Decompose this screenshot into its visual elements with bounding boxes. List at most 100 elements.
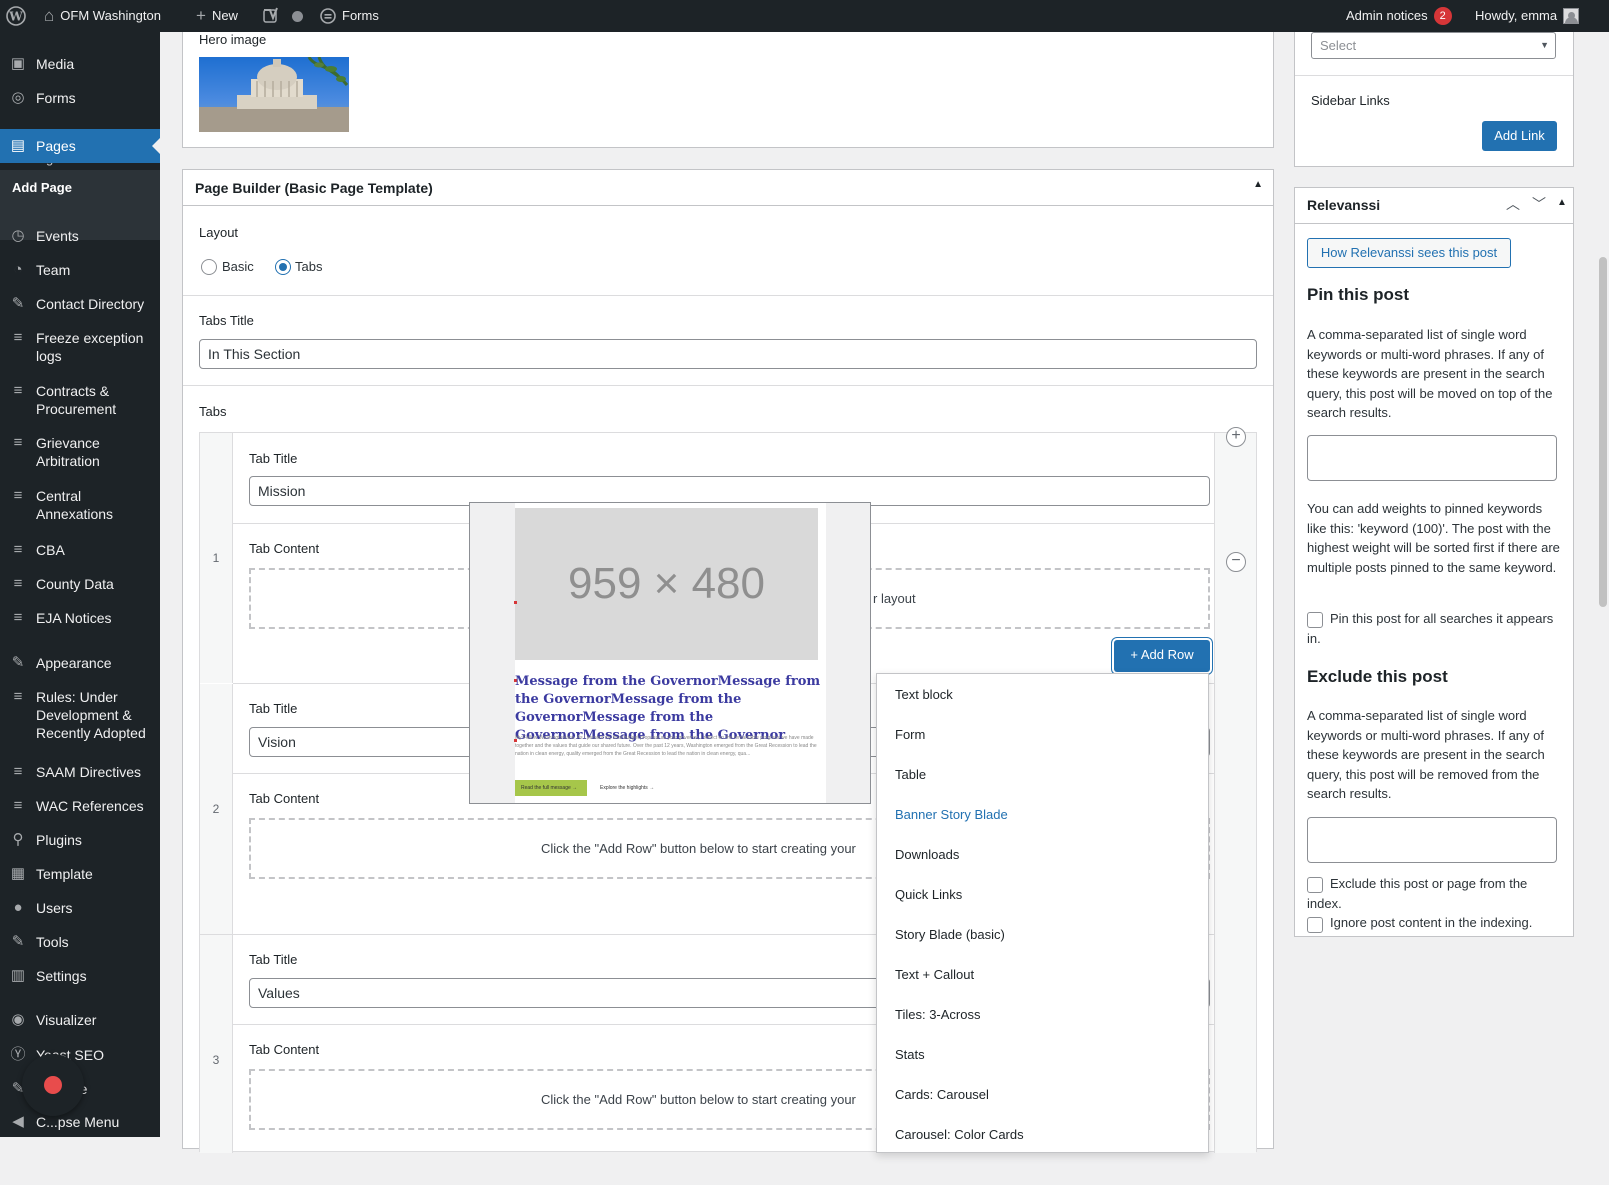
page-builder-header[interactable]: Page Builder (Basic Page Template) ▲ (183, 170, 1273, 206)
menu-item-visualizer[interactable]: ◉ Visualizer (0, 1011, 160, 1029)
plus-icon: + (196, 6, 206, 25)
menu-item-label: Events (36, 228, 79, 244)
row-layout-option[interactable]: Tiles: 3-Across (895, 1007, 980, 1022)
menu-item-contracts-procurement[interactable]: ≡ Contracts & Procurement (0, 382, 160, 418)
relevanssi-header[interactable]: Relevanssi ︿ ﹀ ▲ (1295, 188, 1573, 224)
page-scrollbar[interactable] (1597, 32, 1609, 1137)
plugins-icon: ⚲ (12, 831, 24, 848)
pin-keywords-textarea[interactable] (1307, 435, 1557, 481)
exclude-post-heading: Exclude this post (1307, 667, 1448, 686)
row-layout-option[interactable]: Downloads (895, 847, 959, 862)
menu-item-grievance-arbitration[interactable]: ≡ Grievance Arbitration (0, 434, 160, 470)
forms-link[interactable]: Forms (320, 0, 379, 32)
menu-item-label: Rules: Under Development & Recently Adop… (36, 689, 146, 741)
howdy-label: Howdy, emma (1475, 8, 1558, 23)
collapse-toggle-icon[interactable]: ▲ (1557, 197, 1567, 208)
tabs-label: Tabs (199, 404, 227, 419)
row-layout-option[interactable]: Banner Story Blade (895, 807, 1008, 822)
exclude-keywords-textarea[interactable] (1307, 817, 1557, 863)
users-icon: ● (13, 899, 23, 916)
appearance-icon: ✎ (11, 654, 25, 671)
caret-down-icon: ▼ (1540, 40, 1549, 50)
row-layout-option[interactable]: Carousel: Color Cards (895, 1127, 1024, 1142)
row-layout-option[interactable]: Text + Callout (895, 967, 974, 982)
row-layout-menu: Text block Form Table Banner Story Blade Dow… (876, 673, 1209, 1153)
move-down-icon[interactable]: ﹀ (1532, 194, 1546, 214)
menu-item-template[interactable]: ▦ Template (0, 865, 160, 883)
row-layout-option[interactable]: Quick Links (895, 887, 962, 902)
tab-1-content-label: Tab Content (249, 541, 320, 556)
preview-cta-button: Read the full message → (515, 780, 587, 796)
pin-post-heading: Pin this post (1307, 285, 1409, 304)
site-name-link[interactable]: ⌂ OFM Washington (44, 0, 161, 32)
menu-item-contact-directory[interactable]: ✎ Contact Directory (0, 295, 160, 313)
row-layout-option[interactable]: Story Blade (basic) (895, 927, 1005, 942)
forms-icon (320, 8, 336, 24)
tabs-title-label: Tabs Title (199, 313, 254, 328)
menu-item-wac-references[interactable]: ≡ WAC References (0, 797, 160, 815)
menu-item-tools[interactable]: ✎ Tools (0, 933, 160, 951)
layout-radio-basic[interactable] (201, 259, 217, 275)
tab-row-3-handle[interactable]: 3 (200, 935, 233, 1153)
menu-item-media[interactable]: ▣ Media (0, 55, 160, 73)
yoast-icon[interactable] (262, 0, 280, 32)
menu-item-appearance[interactable]: ✎ Appearance (0, 654, 160, 672)
menu-item-plugins[interactable]: ⚲ Plugins (0, 831, 160, 849)
menu-item-freeze-exception-logs[interactable]: ≡ Freeze exception logs (0, 329, 160, 365)
menu-item-users[interactable]: ● Users (0, 899, 160, 917)
menu-item-pages[interactable]: ▤ Pages (0, 129, 160, 163)
menu-item-label: Tools (36, 934, 69, 950)
sidebar-links-box: Select ▼ Sidebar Links Add Link (1294, 22, 1574, 167)
add-tab-icon[interactable]: + (1226, 427, 1246, 447)
tab-row-1-handle[interactable]: 1 (200, 433, 233, 683)
menu-item-central-annexations[interactable]: ≡ Central Annexations (0, 487, 160, 523)
row-layout-option[interactable]: Table (895, 767, 926, 782)
submenu-add-page[interactable]: Add Page (12, 180, 72, 195)
media-icon: ▣ (10, 55, 26, 72)
layout-label: Layout (199, 225, 239, 240)
move-up-icon[interactable]: ︿ (1506, 194, 1520, 214)
menu-item-label: SAAM Directives (36, 764, 142, 780)
layout-radio-tabs[interactable] (275, 259, 291, 275)
menu-item-forms[interactable]: ◎ Forms (0, 89, 160, 107)
menu-item-cba[interactable]: ≡ CBA (0, 541, 160, 559)
menu-item-county-data[interactable]: ≡ County Data (0, 575, 160, 593)
status-dot-icon[interactable] (292, 0, 303, 32)
menu-item-label: Template (36, 866, 93, 882)
new-content-link[interactable]: + New (196, 0, 238, 32)
collapse-toggle-icon[interactable]: ▲ (1253, 179, 1263, 190)
tab-row-2-handle[interactable]: 2 (200, 684, 233, 934)
menu-item-team[interactable]: ◔ Team (0, 261, 160, 279)
menu-item-eja-notices[interactable]: ≡ EJA Notices (0, 609, 160, 627)
select-dropdown[interactable]: Select ▼ (1311, 32, 1556, 59)
collapse-icon: ◀ (12, 1113, 24, 1130)
yoast-icon: Ⓨ (10, 1046, 26, 1063)
remove-tab-icon[interactable]: − (1226, 552, 1246, 572)
admin-notices-link[interactable]: Admin notices 2 (1346, 0, 1452, 32)
forms-icon: ◎ (11, 89, 25, 106)
menu-item-saam-directives[interactable]: ≡ SAAM Directives (0, 763, 160, 781)
menu-item-rules-under-development-recently-adopted[interactable]: ≡ Rules: Under Development & Recently Ado… (0, 688, 160, 742)
menu-item-label: Team (36, 262, 71, 278)
relevanssi-box: Relevanssi ︿ ﹀ ▲ How Relevanssi sees thi… (1294, 187, 1574, 937)
admin-menu: All Pages Add Page ▣Media◎Forms▤Pages◷Ev… (0, 32, 160, 1137)
row-layout-option[interactable]: Text block (895, 687, 953, 702)
menu-item-yoast-seo[interactable]: Ⓨ Yoast SEO (0, 1046, 160, 1064)
plus-icon: + (1130, 647, 1138, 662)
layout-radio-basic-label: Basic (222, 259, 254, 274)
row-layout-option[interactable]: Form (895, 727, 925, 742)
row-layout-option[interactable]: Cards: Carousel (895, 1087, 989, 1102)
add-link-button[interactable]: Add Link (1482, 121, 1557, 151)
tabs-title-input[interactable]: In This Section (199, 339, 1257, 369)
my-account-link[interactable]: Howdy, emma (1475, 0, 1580, 32)
add-row-button[interactable]: + Add Row (1114, 640, 1210, 672)
row-layout-option[interactable]: Stats (895, 1047, 925, 1062)
menu-item-c-pse-menu[interactable]: ◀ C...pse Menu (0, 1113, 160, 1131)
wordpress-logo-icon[interactable]: W (6, 0, 26, 32)
floating-record-indicator[interactable] (22, 1054, 84, 1116)
menu-item-settings[interactable]: ▥ Settings (0, 967, 160, 985)
menu-item-events[interactable]: ◷ Events (0, 227, 160, 245)
hero-image-thumbnail[interactable] (199, 57, 349, 132)
scrollbar-thumb[interactable] (1599, 257, 1607, 607)
how-relevanssi-sees-button[interactable]: How Relevanssi sees this post (1307, 238, 1511, 268)
